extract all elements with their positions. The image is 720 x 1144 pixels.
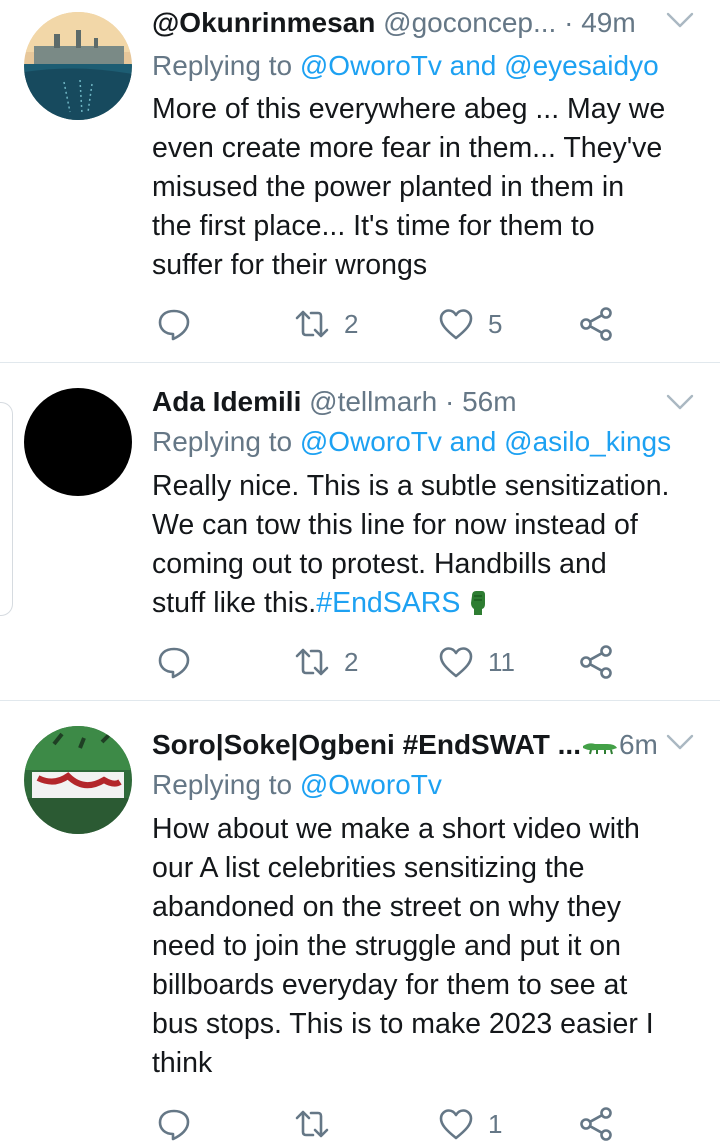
tweet-text: More of this everywhere abeg ... May we … xyxy=(152,93,666,281)
like-count: 11 xyxy=(488,646,515,677)
retweet-button[interactable] xyxy=(294,1104,330,1144)
tweet-actions: 2 5 xyxy=(152,304,632,344)
user-handle[interactable]: @tellmarh xyxy=(309,386,437,417)
share-icon xyxy=(578,644,614,680)
tweet-actions: 2 11 xyxy=(152,642,632,682)
share-button[interactable] xyxy=(578,642,614,682)
tweet-header: Ada Idemili @tellmarh · 56m xyxy=(152,381,672,423)
replying-targets[interactable]: @OworoTv and @asilo_kings xyxy=(300,426,671,457)
share-button[interactable] xyxy=(578,304,614,344)
timestamp[interactable]: 49m xyxy=(581,7,635,38)
replying-to: Replying to @OworoTv xyxy=(152,765,442,805)
like-button[interactable]: 1 xyxy=(438,1104,502,1144)
hashtag-link[interactable]: #EndSARS xyxy=(316,587,460,619)
like-button[interactable]: 5 xyxy=(438,304,502,344)
tweet-2[interactable]: Ada Idemili @tellmarh · 56m Replying to … xyxy=(0,378,720,700)
user-handle[interactable]: @goconcep... xyxy=(383,7,556,38)
replying-targets[interactable]: @OworoTv xyxy=(300,769,442,800)
replying-to: Replying to @OworoTv and @eyesaidyo xyxy=(152,46,659,86)
separator-dot: · xyxy=(564,7,574,38)
retweet-icon xyxy=(294,1106,330,1142)
display-name[interactable]: Soro|Soke|Ogbeni #EndSWAT ... xyxy=(152,729,581,760)
reply-icon xyxy=(156,1106,192,1142)
timestamp[interactable]: 6m xyxy=(619,729,658,760)
retweet-count: 2 xyxy=(344,646,359,677)
replying-prefix: Replying to xyxy=(152,769,293,800)
tweet-divider xyxy=(0,362,720,363)
retweet-icon xyxy=(294,306,330,342)
reply-button[interactable] xyxy=(156,1104,192,1144)
heart-icon xyxy=(438,306,474,342)
display-name[interactable]: Ada Idemili xyxy=(152,386,301,417)
avatar[interactable] xyxy=(24,388,132,496)
raised-fist-emoji xyxy=(468,588,488,627)
reply-icon xyxy=(156,644,192,680)
retweet-icon xyxy=(294,644,330,680)
tweet-actions: 1 xyxy=(152,1104,632,1144)
separator-dot: · xyxy=(444,386,455,417)
avatar[interactable] xyxy=(24,726,132,834)
chevron-down-icon[interactable] xyxy=(664,390,696,414)
share-icon xyxy=(578,1106,614,1142)
chevron-down-icon[interactable] xyxy=(664,8,696,32)
timestamp[interactable]: 56m xyxy=(462,386,516,417)
replying-prefix: Replying to xyxy=(152,50,293,81)
share-icon xyxy=(578,306,614,342)
tweet-text: How about we make a short video with our… xyxy=(152,813,654,1079)
tweet-divider xyxy=(0,700,720,701)
tweet-text: Really nice. This is a subtle sensitizat… xyxy=(152,467,712,627)
share-button[interactable] xyxy=(578,1104,614,1144)
floating-panel-edge xyxy=(0,402,13,616)
reply-icon xyxy=(156,306,192,342)
tweet-header: Soro|Soke|Ogbeni #EndSWAT ... 6m xyxy=(152,724,672,766)
replying-to: Replying to @OworoTv and @asilo_kings xyxy=(152,422,671,462)
retweet-count: 2 xyxy=(344,308,359,339)
avatar[interactable] xyxy=(24,12,132,120)
tweet-3[interactable]: Soro|Soke|Ogbeni #EndSWAT ... 6m Replying… xyxy=(0,720,720,1120)
heart-icon xyxy=(438,1106,474,1142)
retweet-button[interactable]: 2 xyxy=(294,642,358,682)
retweet-button[interactable]: 2 xyxy=(294,304,358,344)
reply-button[interactable] xyxy=(156,642,192,682)
crocodile-emoji xyxy=(581,729,619,760)
replying-prefix: Replying to xyxy=(152,426,293,457)
like-button[interactable]: 11 xyxy=(438,642,515,682)
like-count: 1 xyxy=(488,1108,503,1139)
reply-button[interactable] xyxy=(156,304,192,344)
replying-targets[interactable]: @OworoTv and @eyesaidyo xyxy=(300,50,659,81)
heart-icon xyxy=(438,644,474,680)
like-count: 5 xyxy=(488,308,503,339)
tweet-header: @Okunrinmesan @goconcep... · 49m xyxy=(152,2,672,44)
tweet-1[interactable]: @Okunrinmesan @goconcep... · 49m Replyin… xyxy=(0,0,720,362)
display-name[interactable]: @Okunrinmesan xyxy=(152,7,375,38)
chevron-down-icon[interactable] xyxy=(664,730,696,754)
